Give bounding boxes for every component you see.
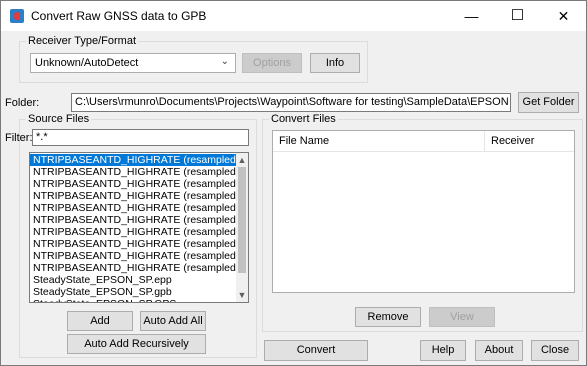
- source-file-item[interactable]: SteadyState_EPSON_SP.gpb: [30, 286, 236, 298]
- scroll-thumb[interactable]: [238, 167, 246, 273]
- auto-add-recursively-button[interactable]: Auto Add Recursively: [67, 334, 206, 354]
- close-window-button[interactable]: ✕: [541, 1, 586, 31]
- receiver-group-label: Receiver Type/Format: [26, 35, 139, 47]
- scroll-down-icon[interactable]: ▼: [236, 288, 248, 302]
- minimize-button[interactable]: —: [449, 1, 494, 31]
- convert-button[interactable]: Convert: [264, 340, 368, 361]
- source-files-group-label: Source Files: [26, 113, 92, 125]
- source-files-items: NTRIPBASEANTD_HIGHRATE (resampled).epp NT…: [30, 154, 248, 302]
- maximize-button[interactable]: ☐: [495, 1, 540, 31]
- remove-button[interactable]: Remove: [355, 307, 421, 327]
- filter-input[interactable]: *.*: [32, 129, 249, 146]
- receiver-type-dropdown[interactable]: Unknown/AutoDetect ⌄: [30, 53, 236, 73]
- receiver-type-value: Unknown/AutoDetect: [35, 57, 139, 69]
- main-window: Convert Raw GNSS data to GPB — ☐ ✕ Recei…: [0, 0, 587, 366]
- convert-files-listview[interactable]: File Name Receiver: [272, 130, 575, 293]
- column-file-name[interactable]: File Name: [273, 131, 485, 151]
- source-files-list[interactable]: NTRIPBASEANTD_HIGHRATE (resampled).epp NT…: [29, 152, 249, 303]
- source-file-item[interactable]: NTRIPBASEANTD_HIGHRATE (resampled).fbp: [30, 166, 248, 178]
- title-bar[interactable]: Convert Raw GNSS data to GPB — ☐ ✕: [1, 1, 586, 31]
- receiver-group: Receiver Type/Format Unknown/AutoDetect …: [19, 35, 368, 83]
- folder-label: Folder:: [5, 97, 40, 109]
- window-title: Convert Raw GNSS data to GPB: [31, 9, 207, 23]
- source-file-item[interactable]: NTRIPBASEANTD_HIGHRATE (resampled).fp: [30, 178, 248, 190]
- source-file-item[interactable]: NTRIPBASEANTD_HIGHRATE (resampled).rbp: [30, 214, 248, 226]
- help-button[interactable]: Help: [420, 340, 466, 361]
- add-button[interactable]: Add: [67, 311, 133, 331]
- convert-files-group: Convert Files File Name Receiver Remove …: [262, 113, 583, 332]
- listview-header: File Name Receiver: [273, 131, 574, 152]
- options-button[interactable]: Options: [242, 53, 302, 73]
- get-folder-button[interactable]: Get Folder: [518, 92, 579, 113]
- folder-path-field[interactable]: C:\Users\rmunro\Documents\Projects\Waypo…: [71, 93, 511, 112]
- source-file-item[interactable]: NTRIPBASEANTD_HIGHRATE (resampled).rsl: [30, 238, 248, 250]
- info-button[interactable]: Info: [310, 53, 360, 73]
- close-button[interactable]: Close: [531, 340, 579, 361]
- source-list-scrollbar[interactable]: ▲ ▼: [236, 153, 248, 302]
- view-button[interactable]: View: [429, 307, 495, 327]
- gnss-app-icon: [10, 9, 24, 23]
- source-file-item[interactable]: NTRIPBASEANTD_HIGHRATE (resampled).gpb: [30, 202, 248, 214]
- source-file-item[interactable]: NTRIPBASEANTD_HIGHRATE (resampled).rp: [30, 226, 248, 238]
- source-file-item[interactable]: SteadyState_EPSON_SP.epp: [30, 274, 236, 286]
- source-file-item[interactable]: NTRIPBASEANTD_HIGHRATE (resampled).trpr: [30, 262, 248, 274]
- source-file-item[interactable]: SteadyState_EPSON_SP.GPS: [30, 298, 236, 302]
- column-receiver[interactable]: Receiver: [485, 131, 574, 151]
- source-file-item[interactable]: NTRIPBASEANTD_HIGHRATE (resampled).epp: [30, 154, 248, 166]
- source-file-item[interactable]: NTRIPBASEANTD_HIGHRATE (resampled).fsl: [30, 190, 248, 202]
- auto-add-all-button[interactable]: Auto Add All: [140, 311, 206, 331]
- scroll-up-icon[interactable]: ▲: [236, 153, 248, 167]
- chevron-down-icon: ⌄: [220, 56, 229, 67]
- filter-label: Filter:: [5, 132, 33, 144]
- convert-files-group-label: Convert Files: [269, 113, 338, 125]
- source-file-item[interactable]: NTRIPBASEANTD_HIGHRATE (resampled).trpf: [30, 250, 248, 262]
- about-button[interactable]: About: [475, 340, 523, 361]
